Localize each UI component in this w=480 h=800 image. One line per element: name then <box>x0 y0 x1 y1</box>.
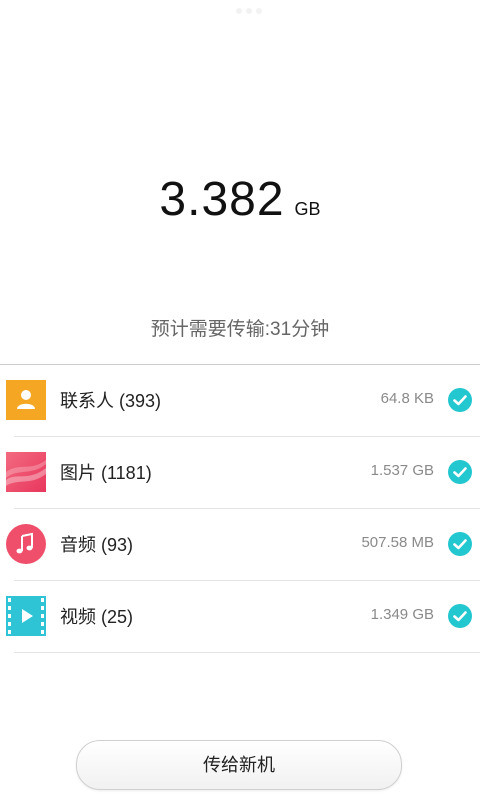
checkbox-checked-icon[interactable] <box>448 532 472 556</box>
checkbox-checked-icon[interactable] <box>448 388 472 412</box>
list-item-video[interactable]: 视频 (25) 1.349 GB <box>6 581 480 653</box>
list-item-music[interactable]: 音频 (93) 507.58 MB <box>6 509 480 581</box>
total-size: 3.382 GB <box>0 172 480 227</box>
list-item-size: 1.537 GB <box>370 462 434 479</box>
total-size-unit: GB <box>294 199 321 219</box>
page-indicator <box>236 8 264 14</box>
list-item-size: 1.349 GB <box>370 606 434 623</box>
list-item-photos[interactable]: 图片 (1181) 1.537 GB <box>6 437 480 509</box>
list-item-size: 507.58 MB <box>361 534 434 551</box>
checkbox-checked-icon[interactable] <box>448 604 472 628</box>
transfer-list: 联系人 (393) 64.8 KB 图片 (1181) 1.537 GB 音频 … <box>0 365 480 653</box>
estimated-time: 预计需要传输:31分钟 <box>150 319 330 340</box>
photos-icon <box>6 452 46 492</box>
contacts-icon <box>6 380 46 420</box>
list-item-label: 视频 (25) <box>60 607 134 627</box>
total-size-value: 3.382 <box>159 173 285 226</box>
list-item-contacts[interactable]: 联系人 (393) 64.8 KB <box>6 365 480 437</box>
checkbox-checked-icon[interactable] <box>448 460 472 484</box>
list-item-label: 联系人 (393) <box>60 391 162 411</box>
list-item-size: 64.8 KB <box>380 390 434 407</box>
music-icon <box>6 524 46 564</box>
list-item-label: 音频 (93) <box>60 535 134 555</box>
video-icon <box>6 596 46 636</box>
send-to-new-phone-button[interactable]: 传给新机 <box>76 740 402 790</box>
list-item-label: 图片 (1181) <box>60 463 152 483</box>
